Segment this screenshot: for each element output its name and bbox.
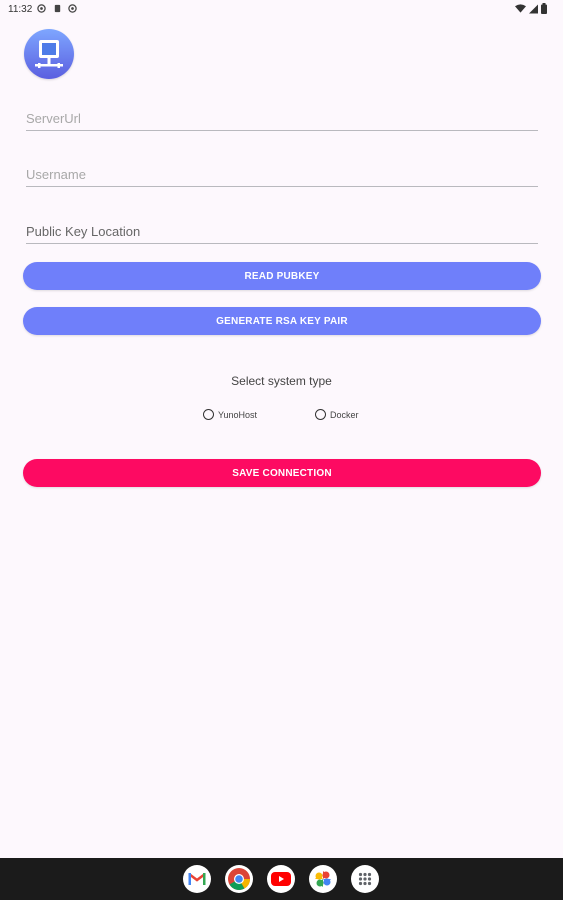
radio-yunohost[interactable]: YunoHost <box>203 409 257 420</box>
app-logo <box>24 29 74 79</box>
wifi-icon <box>515 3 526 13</box>
radio-circle-icon[interactable] <box>203 409 214 420</box>
status-right-icons <box>515 3 547 14</box>
photos-icon[interactable] <box>309 865 337 893</box>
system-type-label: Select system type <box>231 374 332 388</box>
radio-docker-label: Docker <box>330 409 359 420</box>
server-url-field[interactable] <box>26 108 538 131</box>
signal-icon <box>529 4 538 13</box>
status-bar: 11:32 <box>0 0 563 20</box>
server-url-input[interactable] <box>26 108 538 128</box>
public-key-location-field[interactable] <box>26 221 538 244</box>
monitor-network-icon <box>35 40 63 68</box>
youtube-icon[interactable] <box>267 865 295 893</box>
save-connection-button[interactable]: SAVE CONNECTION <box>23 459 541 487</box>
read-pubkey-button[interactable]: READ PUBKEY <box>23 262 541 290</box>
battery-icon <box>541 3 547 14</box>
generate-rsa-key-pair-button[interactable]: GENERATE RSA KEY PAIR <box>23 307 541 335</box>
notification-icon <box>37 4 46 13</box>
username-field[interactable] <box>26 164 538 187</box>
sim-icon <box>54 4 61 13</box>
public-key-location-input[interactable] <box>26 221 538 241</box>
chrome-icon[interactable] <box>225 865 253 893</box>
radio-circle-icon[interactable] <box>315 409 326 420</box>
gmail-icon[interactable] <box>183 865 211 893</box>
taskbar-dock <box>0 858 563 900</box>
username-input[interactable] <box>26 164 538 184</box>
radio-docker[interactable]: Docker <box>315 409 359 420</box>
app-drawer-icon[interactable] <box>351 865 379 893</box>
status-time: 11:32 <box>8 4 33 15</box>
notification-icon-2 <box>68 4 77 13</box>
radio-yunohost-label: YunoHost <box>218 409 258 420</box>
